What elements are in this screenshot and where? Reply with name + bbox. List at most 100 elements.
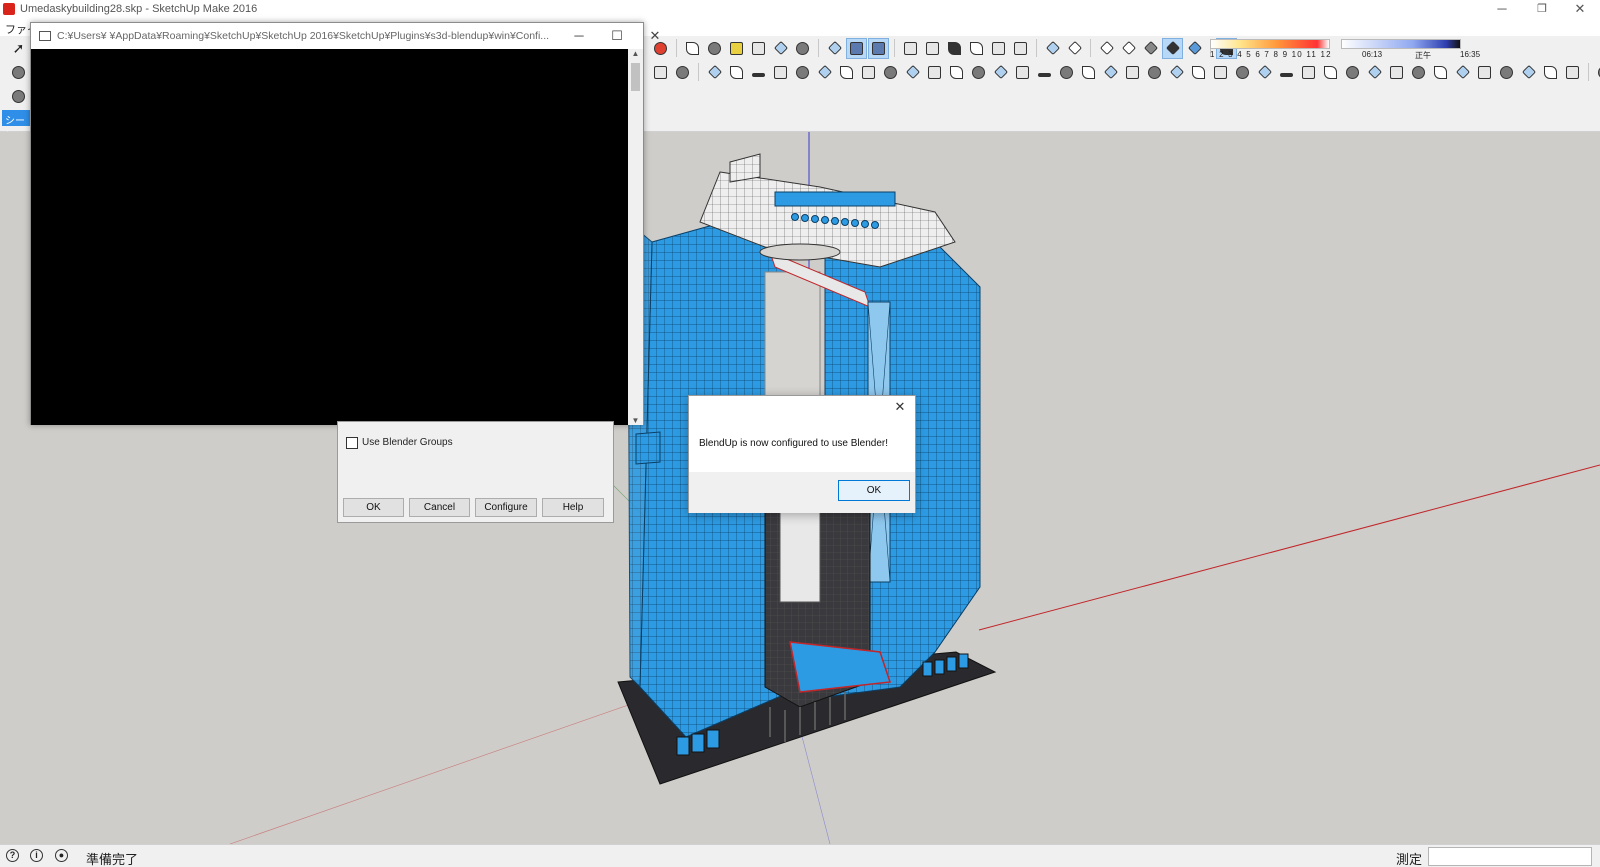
tool-button-35-icon[interactable] bbox=[1408, 62, 1429, 83]
xray-icon[interactable] bbox=[846, 37, 867, 59]
camera-icon[interactable] bbox=[8, 86, 29, 107]
tool-button-18-icon[interactable] bbox=[1034, 62, 1055, 83]
tool-button-38-icon[interactable] bbox=[1474, 62, 1495, 83]
tool-button-9-icon[interactable] bbox=[836, 62, 857, 83]
geo-location-icon[interactable]: ? bbox=[6, 849, 19, 862]
tool-button-23-icon[interactable] bbox=[1144, 62, 1165, 83]
tool-button-17-icon[interactable] bbox=[1012, 62, 1033, 83]
wireframe-icon[interactable] bbox=[1064, 38, 1085, 59]
tool-button-14-icon[interactable] bbox=[946, 62, 967, 83]
tool-button-8-icon[interactable] bbox=[814, 62, 835, 83]
tool-button-5-icon[interactable] bbox=[748, 62, 769, 83]
tool-button-32-icon[interactable] bbox=[1342, 62, 1363, 83]
tool-button-42-icon[interactable] bbox=[1562, 62, 1583, 83]
console-scrollbar[interactable]: ▲ ▼ bbox=[628, 49, 643, 425]
tool-button-7-icon[interactable] bbox=[792, 62, 813, 83]
monochrome-icon[interactable] bbox=[1162, 37, 1183, 59]
xray-style-icon[interactable] bbox=[1042, 38, 1063, 59]
tool-button-3-icon[interactable] bbox=[704, 62, 725, 83]
use-blender-groups-label: Use Blender Groups bbox=[362, 437, 453, 448]
tool-button-37-icon[interactable] bbox=[1452, 62, 1473, 83]
use-blender-groups-checkbox[interactable] bbox=[346, 437, 358, 449]
tool-button-6-icon[interactable] bbox=[770, 62, 791, 83]
back-edges-icon[interactable] bbox=[868, 37, 889, 59]
restore-button[interactable]: ❐ bbox=[1524, 0, 1560, 20]
tool-button-10-icon[interactable] bbox=[858, 62, 879, 83]
hidden-line-icon[interactable] bbox=[1096, 38, 1117, 59]
tool-button-34-icon[interactable] bbox=[1386, 62, 1407, 83]
settings-configure-button[interactable]: Configure bbox=[475, 498, 537, 517]
scroll-up-arrow-icon[interactable]: ▲ bbox=[628, 49, 643, 58]
right-view-icon[interactable] bbox=[966, 38, 987, 59]
tool-button-20-icon[interactable] bbox=[1078, 62, 1099, 83]
user-account-icon[interactable]: ● bbox=[55, 849, 68, 862]
back-view-icon[interactable] bbox=[988, 38, 1009, 59]
tool-button-33-icon[interactable] bbox=[1364, 62, 1385, 83]
tool-button-31-icon[interactable] bbox=[1320, 62, 1341, 83]
settings-ok-button[interactable]: OK bbox=[343, 498, 404, 517]
position-camera-icon[interactable] bbox=[824, 38, 845, 59]
walk-icon[interactable] bbox=[792, 38, 813, 59]
credits-icon[interactable]: i bbox=[30, 849, 43, 862]
tool-button-16-icon[interactable] bbox=[990, 62, 1011, 83]
message-ok-button[interactable]: OK bbox=[838, 480, 910, 501]
close-button[interactable]: ✕ bbox=[1562, 0, 1598, 20]
tool-button-1-icon[interactable] bbox=[650, 62, 671, 83]
tool-button-27-icon[interactable] bbox=[1232, 62, 1253, 83]
axes-icon[interactable] bbox=[770, 38, 791, 59]
tool-button-11-icon[interactable] bbox=[880, 62, 901, 83]
console-maximize-button[interactable]: ☐ bbox=[599, 26, 635, 46]
console-scroll-thumb[interactable] bbox=[631, 63, 640, 91]
scroll-down-arrow-icon[interactable]: ▼ bbox=[628, 416, 643, 425]
shaded-icon[interactable] bbox=[1118, 38, 1139, 59]
console-output[interactable] bbox=[31, 49, 629, 425]
component-icon[interactable] bbox=[8, 62, 29, 83]
tool-button-13-icon[interactable] bbox=[924, 62, 945, 83]
toolbar-row-2 bbox=[0, 60, 30, 84]
tool-button-19-icon[interactable] bbox=[1056, 62, 1077, 83]
settings-cancel-button[interactable]: Cancel bbox=[409, 498, 470, 517]
shadow-time-slider[interactable] bbox=[1341, 39, 1461, 49]
left-view-icon[interactable] bbox=[1010, 38, 1031, 59]
minimize-button[interactable]: ─ bbox=[1484, 0, 1520, 20]
toolbar-row-3 bbox=[0, 84, 30, 108]
top-view-icon[interactable] bbox=[922, 38, 943, 59]
tool-button-28-icon[interactable] bbox=[1254, 62, 1275, 83]
tape-icon[interactable] bbox=[726, 38, 747, 59]
text-icon[interactable] bbox=[748, 38, 769, 59]
tool-button-26-icon[interactable] bbox=[1210, 62, 1231, 83]
select-tool-icon[interactable]: ➚ bbox=[8, 38, 29, 59]
iso-view-icon[interactable] bbox=[900, 38, 921, 59]
tool-button-2-icon[interactable] bbox=[672, 62, 693, 83]
pan-icon[interactable] bbox=[704, 38, 725, 59]
console-window[interactable]: C:¥Users¥ ¥AppData¥Roaming¥SketchUp¥Sket… bbox=[30, 22, 660, 425]
tool-button-25-icon[interactable] bbox=[1188, 62, 1209, 83]
front-view-icon[interactable] bbox=[944, 38, 965, 59]
shadows-style-icon[interactable] bbox=[1184, 38, 1205, 59]
shadow-time-end: 16:35 bbox=[1460, 50, 1481, 59]
scene-tab[interactable]: シーン bbox=[2, 110, 32, 142]
tool-button-39-icon[interactable] bbox=[1496, 62, 1517, 83]
settings-help-button[interactable]: Help bbox=[542, 498, 604, 517]
zoom-icon[interactable] bbox=[682, 38, 703, 59]
measurements-input[interactable] bbox=[1428, 847, 1592, 866]
tool-button-43-icon[interactable] bbox=[1594, 62, 1600, 83]
red-axis bbox=[978, 464, 1600, 631]
tool-button-41-icon[interactable] bbox=[1540, 62, 1561, 83]
console-title-bar[interactable]: C:¥Users¥ ¥AppData¥Roaming¥SketchUp¥Sket… bbox=[31, 23, 660, 49]
console-close-button[interactable]: ✕ bbox=[637, 26, 673, 46]
tool-button-15-icon[interactable] bbox=[968, 62, 989, 83]
console-minimize-button[interactable]: ─ bbox=[561, 26, 597, 46]
message-close-button[interactable]: ✕ bbox=[891, 398, 909, 416]
tool-button-21-icon[interactable] bbox=[1100, 62, 1121, 83]
tool-button-24-icon[interactable] bbox=[1166, 62, 1187, 83]
tool-button-22-icon[interactable] bbox=[1122, 62, 1143, 83]
shadow-month-slider[interactable] bbox=[1210, 39, 1330, 49]
tool-button-40-icon[interactable] bbox=[1518, 62, 1539, 83]
shaded-textures-icon[interactable] bbox=[1140, 38, 1161, 59]
tool-button-29-icon[interactable] bbox=[1276, 62, 1297, 83]
tool-button-12-icon[interactable] bbox=[902, 62, 923, 83]
tool-button-36-icon[interactable] bbox=[1430, 62, 1451, 83]
tool-button-30-icon[interactable] bbox=[1298, 62, 1319, 83]
tool-button-4-icon[interactable] bbox=[726, 62, 747, 83]
